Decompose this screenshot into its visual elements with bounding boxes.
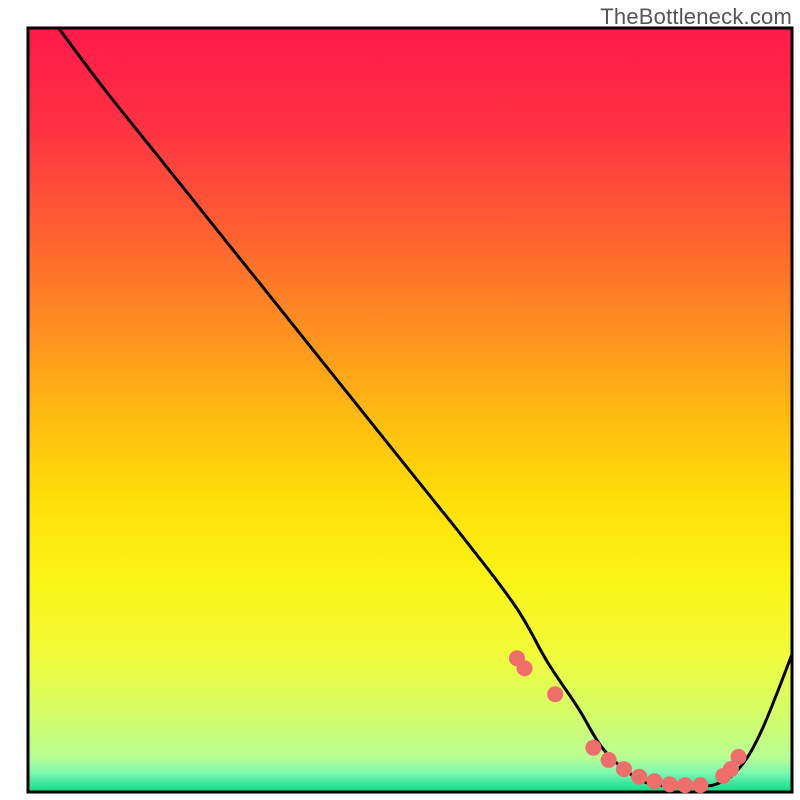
data-marker [631,769,647,785]
bottleneck-chart [0,0,800,800]
data-marker [601,752,617,768]
data-marker [692,777,708,793]
data-marker [646,773,662,789]
data-marker [547,686,563,702]
data-marker [677,777,693,793]
plot-background [28,28,792,792]
chart-container: TheBottleneck.com [0,0,800,800]
data-marker [585,740,601,756]
data-marker [662,776,678,792]
data-marker [517,660,533,676]
data-marker [616,761,632,777]
data-marker [731,749,747,765]
